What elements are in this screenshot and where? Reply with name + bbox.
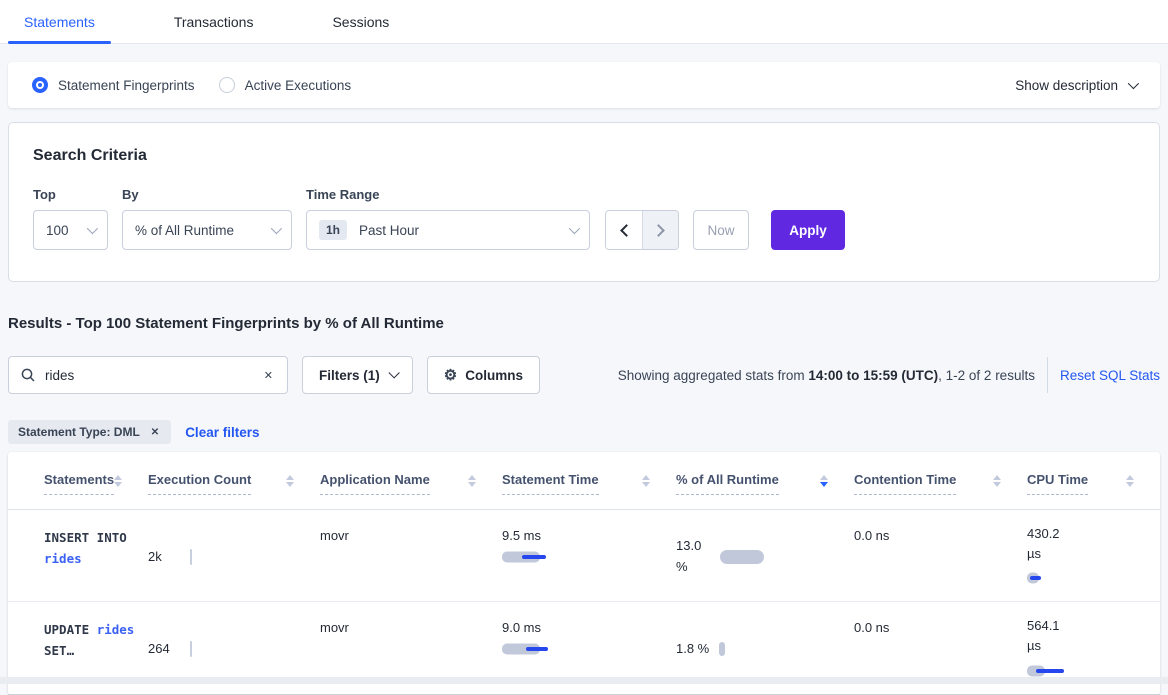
time-step-buttons	[605, 210, 679, 250]
reset-sql-stats-link[interactable]: Reset SQL Stats	[1060, 368, 1160, 383]
column-header-statements[interactable]: Statements	[8, 452, 148, 509]
time-prev-button[interactable]	[606, 211, 642, 249]
sort-icon[interactable]	[642, 472, 650, 487]
cpu-time-bar	[1027, 664, 1091, 678]
statement-link[interactable]: rides	[97, 622, 135, 637]
page-tabs: Statements Transactions Sessions	[0, 0, 1168, 44]
chevron-left-icon	[620, 224, 633, 237]
sort-icon[interactable]	[1126, 472, 1134, 487]
filters-button[interactable]: Filters (1)	[302, 356, 413, 394]
column-header-cpu-time[interactable]: CPU Time	[1027, 452, 1160, 509]
filter-chip-label: Statement Type: DML	[18, 425, 140, 439]
remove-filter-icon[interactable]: ✕	[149, 425, 161, 440]
radio-active-executions-label: Active Executions	[245, 78, 352, 93]
aggregated-stats-text: Showing aggregated stats from 14:00 to 1…	[618, 368, 1035, 383]
time-range-label: Time Range	[306, 187, 590, 202]
chevron-down-icon	[1128, 78, 1139, 89]
results-toolbar: ✕ Filters (1) ⚙ Columns Showing aggregat…	[8, 356, 1160, 394]
column-header-contention-time[interactable]: Contention Time	[854, 452, 1027, 509]
tab-statements[interactable]: Statements	[8, 0, 111, 43]
tab-sessions[interactable]: Sessions	[316, 0, 405, 43]
pct-runtime-bar	[720, 550, 784, 564]
radio-unselected-icon[interactable]	[219, 77, 235, 93]
filters-button-label: Filters (1)	[319, 368, 380, 383]
time-range-badge: 1h	[319, 220, 347, 240]
columns-button-label: Columns	[465, 368, 523, 383]
statement-link[interactable]: rides	[44, 551, 82, 566]
table-header-row: Statements Execution Count Application N…	[8, 452, 1160, 510]
top-select-value: 100	[46, 223, 69, 238]
statement-time-bar	[502, 642, 566, 656]
sort-icon-active-desc[interactable]	[820, 472, 828, 487]
sort-icon[interactable]	[993, 472, 1001, 487]
clear-search-icon[interactable]: ✕	[262, 367, 275, 384]
sort-icon[interactable]	[286, 472, 294, 487]
execution-count-bar	[190, 641, 192, 657]
apply-button[interactable]: Apply	[771, 210, 845, 250]
chevron-down-icon	[87, 223, 98, 234]
radio-statement-fingerprints-label: Statement Fingerprints	[58, 78, 195, 93]
sort-icon[interactable]	[468, 472, 476, 487]
by-label: By	[122, 187, 292, 202]
column-header-application-name[interactable]: Application Name	[320, 452, 502, 509]
results-heading: Results - Top 100 Statement Fingerprints…	[8, 315, 1160, 332]
search-input[interactable]	[45, 368, 262, 383]
filter-chip-row: Statement Type: DML ✕ Clear filters	[8, 420, 1160, 444]
gear-icon: ⚙	[444, 368, 457, 383]
show-description-toggle[interactable]: Show description	[1015, 78, 1136, 93]
pct-runtime-cell: 13.0 %	[676, 510, 854, 601]
view-toggle-bar: Statement Fingerprints Active Executions…	[8, 62, 1160, 108]
application-name-cell: movr	[320, 510, 502, 601]
radio-selected-icon[interactable]	[32, 77, 48, 93]
statement-time-cell: 9.5 ms	[502, 510, 676, 601]
column-header-statement-time[interactable]: Statement Time	[502, 452, 676, 509]
statements-table: Statements Execution Count Application N…	[8, 452, 1160, 695]
by-select-value: % of All Runtime	[135, 223, 234, 238]
execution-count-cell: 2k	[148, 510, 320, 601]
top-select[interactable]: 100	[33, 210, 108, 250]
pct-runtime-bar	[719, 642, 729, 656]
search-box[interactable]: ✕	[8, 356, 288, 394]
search-criteria-panel: Search Criteria Top 100 By % of All Runt…	[8, 122, 1160, 282]
now-button[interactable]: Now	[693, 210, 749, 250]
column-header-pct-runtime[interactable]: % of All Runtime	[676, 452, 854, 509]
by-select[interactable]: % of All Runtime	[122, 210, 292, 250]
statement-time-bar	[502, 550, 566, 564]
clear-filters-link[interactable]: Clear filters	[185, 425, 259, 440]
chevron-down-icon	[271, 223, 282, 234]
top-label: Top	[33, 187, 108, 202]
execution-count-bar	[190, 549, 192, 565]
chevron-right-icon	[652, 224, 665, 237]
search-criteria-title: Search Criteria	[33, 147, 1135, 165]
toolbar-divider	[1047, 357, 1048, 393]
table-row[interactable]: INSERT INTO rides 2k movr 9.5 ms 13.0 % …	[8, 510, 1160, 602]
columns-button[interactable]: ⚙ Columns	[427, 356, 540, 394]
time-range-select[interactable]: 1h Past Hour	[306, 210, 590, 250]
cpu-time-bar	[1027, 571, 1091, 585]
sort-icon[interactable]	[114, 472, 122, 487]
bottom-edge-strip	[0, 677, 1168, 684]
search-icon	[21, 368, 35, 382]
chevron-down-icon	[388, 367, 399, 378]
cpu-time-cell: 430.2 µs	[1027, 510, 1160, 601]
chevron-down-icon	[569, 223, 580, 234]
show-description-label: Show description	[1015, 78, 1118, 93]
time-range-value: Past Hour	[359, 223, 419, 238]
column-header-execution-count[interactable]: Execution Count	[148, 452, 320, 509]
filter-chip-statement-type[interactable]: Statement Type: DML ✕	[8, 420, 171, 444]
radio-active-executions[interactable]: Active Executions	[219, 77, 352, 93]
statement-fingerprint-cell: INSERT INTO rides	[8, 510, 148, 601]
tab-transactions[interactable]: Transactions	[158, 0, 270, 43]
radio-statement-fingerprints[interactable]: Statement Fingerprints	[32, 77, 195, 93]
contention-time-cell: 0.0 ns	[854, 510, 1027, 601]
time-next-button[interactable]	[642, 211, 678, 249]
